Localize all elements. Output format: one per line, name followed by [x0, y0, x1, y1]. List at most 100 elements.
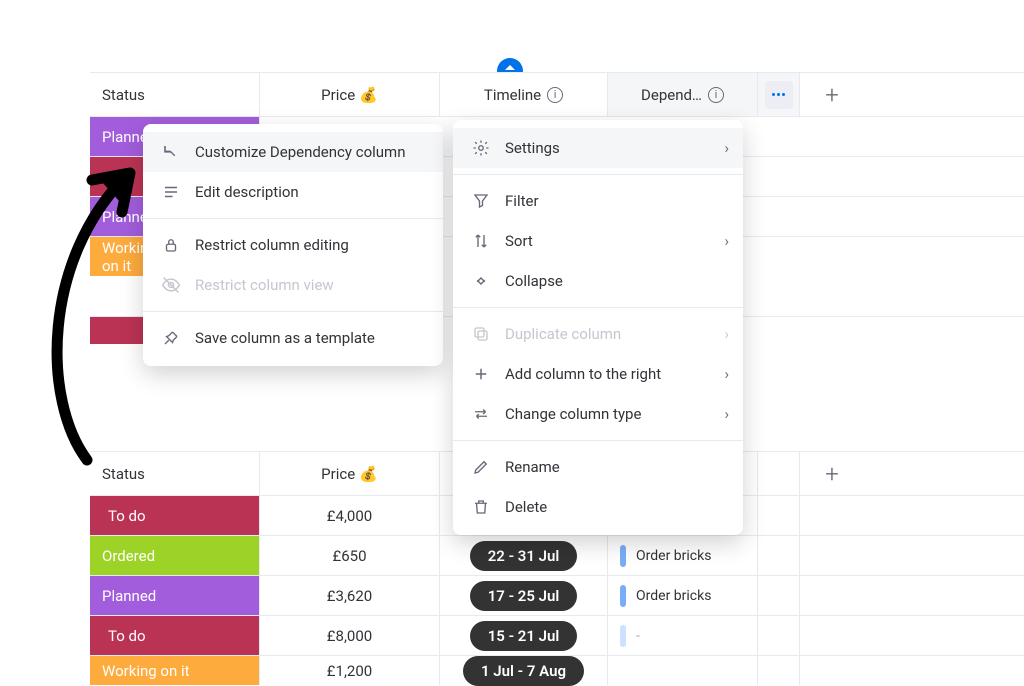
menu-change-column-type[interactable]: Change column type › — [453, 394, 743, 434]
table-row[interactable]: Planned £3,620 17 - 25 Jul Order bricks — [90, 575, 1024, 615]
chevron-right-icon: › — [724, 405, 729, 423]
customize-icon — [161, 142, 181, 162]
col-header-timeline[interactable]: Timeline i — [440, 73, 608, 116]
col-header-price-label: Price — [321, 465, 355, 483]
timeline-cell[interactable]: 17 - 25 Jul — [440, 576, 608, 615]
table-row[interactable]: Ordered £650 22 - 31 Jul Order bricks — [90, 535, 1024, 575]
timeline-pill: 15 - 21 Jul — [470, 621, 578, 651]
sort-icon — [471, 231, 491, 251]
cell-spacer — [800, 576, 864, 615]
moneybag-icon: 💰 — [359, 465, 378, 483]
add-column-button[interactable]: + — [800, 452, 864, 495]
table-row[interactable]: To do £8,000 15 - 21 Jul - — [90, 615, 1024, 655]
col-header-status-label: Status — [102, 86, 145, 104]
status-cell[interactable] — [90, 317, 150, 344]
status-pill: Planned — [90, 197, 150, 236]
menu-divider — [143, 218, 443, 219]
price-value: £8,000 — [327, 627, 372, 645]
funnel-icon — [471, 191, 491, 211]
dependency-cell[interactable]: Order bricks — [608, 576, 758, 615]
status-cell[interactable]: Working on it — [90, 237, 150, 276]
info-icon[interactable]: i — [547, 87, 563, 103]
menu-label: Save column as a template — [195, 329, 375, 347]
trash-icon — [471, 497, 491, 517]
menu-delete[interactable]: Delete — [453, 487, 743, 527]
price-value: £3,620 — [327, 587, 372, 605]
timeline-pill: 22 - 31 Jul — [470, 541, 578, 571]
menu-label: Collapse — [505, 272, 563, 290]
moneybag-icon: 💰 — [359, 86, 378, 104]
col-header-price[interactable]: Price💰 — [260, 73, 440, 116]
info-icon[interactable]: i — [708, 87, 724, 103]
menu-divider — [453, 307, 743, 308]
status-cell[interactable]: Planned — [90, 576, 260, 615]
menu-add-column-right[interactable]: Add column to the right › — [453, 354, 743, 394]
cell-spacer — [758, 536, 800, 575]
menu-duplicate-column: Duplicate column › — [453, 314, 743, 354]
plus-icon: + — [825, 460, 839, 488]
dependency-cell[interactable]: - — [608, 616, 758, 655]
dependency-text: Order bricks — [636, 588, 711, 604]
menu-restrict-editing[interactable]: Restrict column editing — [143, 225, 443, 265]
cell-spacer — [800, 616, 864, 655]
dependency-bar-icon — [620, 545, 626, 567]
menu-collapse[interactable]: Collapse — [453, 261, 743, 301]
status-cell[interactable]: Planned — [90, 197, 150, 236]
price-value: £650 — [332, 547, 366, 565]
cell-spacer — [758, 576, 800, 615]
swap-icon — [471, 404, 491, 424]
status-cell[interactable] — [90, 157, 150, 196]
status-cell[interactable]: To do — [90, 616, 260, 655]
menu-sort[interactable]: Sort › — [453, 221, 743, 261]
status-cell[interactable]: Ordered — [90, 536, 260, 575]
menu-save-template[interactable]: Save column as a template — [143, 318, 443, 358]
chevron-right-icon: › — [724, 365, 729, 383]
menu-divider — [143, 311, 443, 312]
dependency-text: Order bricks — [636, 548, 711, 564]
dependency-cell[interactable] — [608, 656, 758, 685]
col-header-dependency[interactable]: Depend…i — [608, 73, 758, 116]
description-icon — [161, 182, 181, 202]
status-pill: Planned — [90, 576, 259, 615]
price-cell[interactable]: £650 — [260, 536, 440, 575]
timeline-cell[interactable]: 22 - 31 Jul — [440, 536, 608, 575]
menu-edit-description[interactable]: Edit description — [143, 172, 443, 212]
price-cell[interactable]: £1,200 — [260, 656, 440, 685]
column-menu: Settings › Filter Sort › Collapse Duplic… — [453, 120, 743, 535]
dependency-text: - — [636, 628, 640, 644]
status-cell[interactable]: To do — [90, 496, 260, 535]
menu-customize-column[interactable]: Customize Dependency column — [143, 132, 443, 172]
dependency-cell[interactable]: Order bricks — [608, 536, 758, 575]
more-icon — [765, 81, 793, 109]
chevron-right-icon: › — [724, 139, 729, 157]
plus-icon — [471, 364, 491, 384]
menu-divider — [453, 174, 743, 175]
col-header-status[interactable]: Status — [90, 452, 260, 495]
add-column-button[interactable]: + — [800, 73, 864, 116]
price-cell[interactable]: £3,620 — [260, 576, 440, 615]
price-cell[interactable]: £4,000 — [260, 496, 440, 535]
menu-label: Duplicate column — [505, 325, 621, 343]
menu-filter[interactable]: Filter — [453, 181, 743, 221]
col-spacer — [758, 452, 800, 495]
menu-label: Add column to the right — [505, 365, 661, 383]
col-header-timeline-label: Timeline — [484, 86, 541, 104]
menu-restrict-view: Restrict column view — [143, 265, 443, 305]
price-cell[interactable]: £8,000 — [260, 616, 440, 655]
status-pill: To do — [90, 616, 259, 655]
menu-rename[interactable]: Rename — [453, 447, 743, 487]
col-header-status[interactable]: Status — [90, 73, 260, 116]
timeline-cell[interactable]: 1 Jul - 7 Aug — [440, 656, 608, 685]
table-row[interactable]: Working on it £1,200 1 Jul - 7 Aug — [90, 655, 1024, 685]
timeline-cell[interactable]: 15 - 21 Jul — [440, 616, 608, 655]
menu-settings[interactable]: Settings › — [453, 128, 743, 168]
timeline-pill: 17 - 25 Jul — [470, 581, 578, 611]
col-header-price[interactable]: Price💰 — [260, 452, 440, 495]
chevron-right-icon: › — [724, 232, 729, 250]
status-cell[interactable]: Working on it — [90, 656, 260, 685]
menu-label: Change column type — [505, 405, 641, 423]
dependency-bar-icon — [620, 625, 626, 647]
pin-icon — [161, 328, 181, 348]
menu-divider — [453, 440, 743, 441]
col-header-more[interactable] — [758, 73, 800, 116]
